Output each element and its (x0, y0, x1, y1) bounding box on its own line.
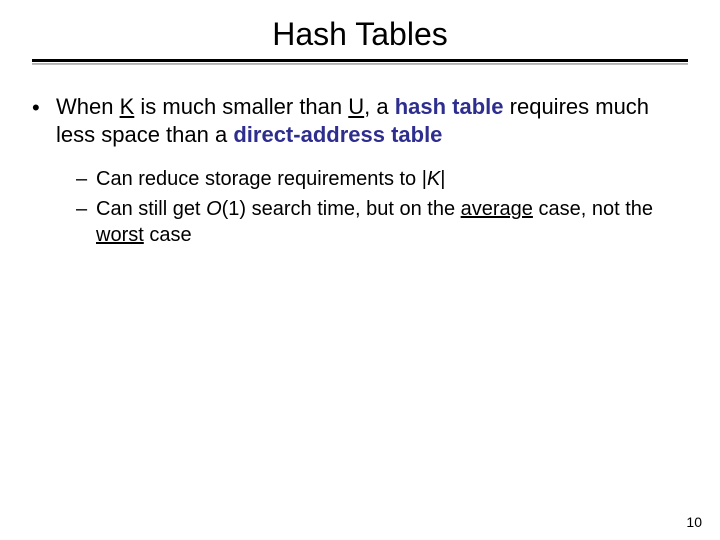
sub-bullet-text: Can reduce storage requirements to |K| (96, 167, 688, 193)
text-segment: is much smaller than (134, 94, 348, 119)
slide-content: • When K is much smaller than U, a hash … (32, 93, 688, 248)
sub-bullet-list: – Can reduce storage requirements to |K|… (76, 167, 688, 248)
title-divider (32, 59, 688, 67)
main-bullet-text: When K is much smaller than U, a hash ta… (56, 93, 688, 149)
sub-bullet: – Can reduce storage requirements to |K| (76, 167, 688, 193)
slide-title: Hash Tables (32, 16, 688, 53)
bullet-dot-icon: • (32, 93, 56, 149)
slide: Hash Tables • When K is much smaller tha… (0, 0, 720, 540)
symbol-k: K (120, 94, 135, 119)
dash-icon: – (76, 167, 96, 193)
text-segment: (1) search time, but on the (222, 198, 461, 220)
sub-bullet-text: Can still get O(1) search time, but on t… (96, 197, 688, 248)
text-segment: | (440, 168, 445, 190)
page-number: 10 (686, 514, 702, 530)
symbol-o: O (206, 198, 222, 220)
text-segment: case (144, 224, 192, 246)
term-worst: worst (96, 224, 144, 246)
symbol-k: K (427, 168, 440, 190)
term-hash-table: hash table (395, 94, 504, 119)
text-segment: Can still get (96, 198, 206, 220)
term-average: average (461, 198, 533, 220)
text-segment: case, not the (533, 198, 653, 220)
main-bullet: • When K is much smaller than U, a hash … (32, 93, 688, 149)
text-segment: Can reduce storage requirements to | (96, 168, 427, 190)
term-direct-address-table: direct-address table (233, 122, 442, 147)
text-segment: When (56, 94, 120, 119)
dash-icon: – (76, 197, 96, 248)
sub-bullet: – Can still get O(1) search time, but on… (76, 197, 688, 248)
text-segment: , a (364, 94, 395, 119)
symbol-u: U (348, 94, 364, 119)
